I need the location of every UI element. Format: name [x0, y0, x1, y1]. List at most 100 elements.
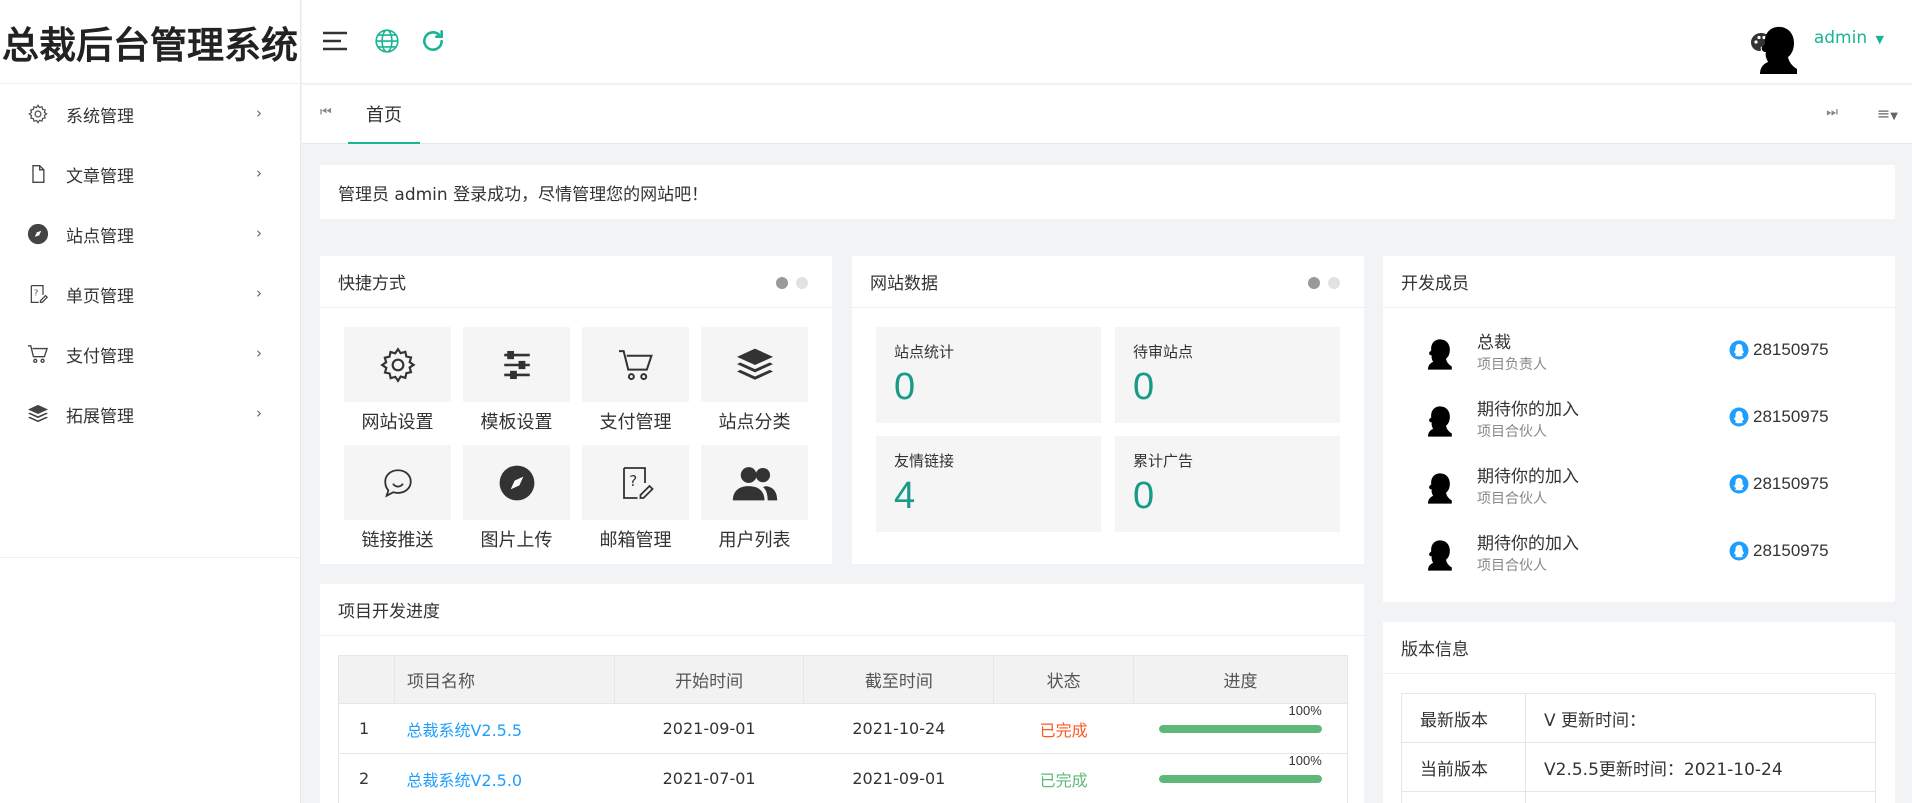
- avatar: [1428, 339, 1452, 370]
- stat-friend-links[interactable]: 友情链接 4: [876, 436, 1101, 532]
- member-role: 项目合伙人: [1477, 424, 1547, 440]
- svg-text:?: ?: [34, 288, 38, 298]
- progress-fill: [1158, 774, 1322, 783]
- member-qq[interactable]: 28150975: [1729, 340, 1829, 360]
- sidebar-item-system[interactable]: 系统管理 ›: [0, 84, 300, 144]
- globe-icon[interactable]: [372, 26, 402, 56]
- stat-total-ads[interactable]: 累计广告 0: [1115, 436, 1340, 532]
- progress-cell: 100%: [1133, 753, 1348, 803]
- stat-pending-sites[interactable]: 待审站点 0: [1115, 327, 1340, 423]
- tabs-scroll-right-icon[interactable]: ⏭: [1826, 105, 1838, 120]
- row-index: 2: [338, 753, 395, 803]
- quick-item-image-upload[interactable]: 图片上传: [463, 445, 570, 563]
- site-stats-title: 网站数据: [870, 274, 938, 294]
- quick-item-site-settings[interactable]: 网站设置: [344, 327, 451, 445]
- member-name: 期待你的加入: [1477, 534, 1579, 554]
- member-qq[interactable]: 28150975: [1729, 541, 1829, 561]
- quick-item-label: 链接推送: [361, 530, 434, 551]
- project-link[interactable]: 总裁系统V2.5.0: [406, 771, 522, 790]
- member-qq[interactable]: 28150975: [1729, 407, 1829, 427]
- sidebar-item-page[interactable]: ? 单页管理 ›: [0, 264, 300, 324]
- refresh-icon[interactable]: [418, 26, 448, 56]
- tabs-menu-icon[interactable]: ≡▼: [1877, 104, 1898, 123]
- card-header: 项目开发进度: [320, 584, 1364, 636]
- qq-icon: [1729, 474, 1749, 494]
- table-row: 当前版本 V2.5.5更新时间：2021-10-24: [1401, 742, 1876, 792]
- chevron-right-icon: ›: [256, 404, 262, 422]
- carousel-dot[interactable]: [776, 277, 788, 289]
- member-item: 期待你的加入 项目合伙人 28150975: [1383, 385, 1895, 452]
- carousel-dot[interactable]: [1308, 277, 1320, 289]
- member-qq-number: 28150975: [1753, 340, 1829, 359]
- column-header: 进度: [1133, 655, 1348, 704]
- quick-item-box[interactable]: [344, 445, 451, 520]
- stat-value: 0: [1133, 366, 1155, 408]
- version-label: 最新版本: [1401, 693, 1526, 743]
- sidebar-item-article[interactable]: 文章管理 ›: [0, 144, 300, 204]
- help-edit-icon: ?: [622, 466, 654, 499]
- carousel-dot[interactable]: [796, 277, 808, 289]
- quick-item-template-settings[interactable]: 模板设置: [463, 327, 570, 445]
- sidebar-item-extension[interactable]: 拓展管理 ›: [0, 384, 300, 444]
- member-role: 项目合伙人: [1477, 491, 1547, 507]
- quick-item-label: 用户列表: [718, 530, 791, 551]
- member-item: 期待你的加入 项目合伙人 28150975: [1383, 452, 1895, 519]
- quick-item-box[interactable]: [582, 327, 689, 402]
- gear-icon: [26, 102, 50, 126]
- sidebar-item-label: 单页管理: [66, 286, 134, 307]
- sidebar-item-label: 拓展管理: [66, 406, 134, 427]
- quick-item-mail[interactable]: ? 邮箱管理: [582, 445, 689, 563]
- stat-site-count[interactable]: 站点统计 0: [876, 327, 1101, 423]
- member-list: 总裁 项目负责人 28150975 期待你的加入 项目合伙人 28150975 …: [1383, 308, 1895, 586]
- quick-item-box[interactable]: [701, 445, 808, 520]
- quick-item-box[interactable]: [463, 445, 570, 520]
- stat-label: 待审站点: [1133, 343, 1194, 361]
- chevron-right-icon: ›: [256, 224, 262, 242]
- gear-icon: [379, 346, 416, 383]
- avatar[interactable]: [1746, 16, 1802, 74]
- member-qq[interactable]: 28150975: [1729, 474, 1829, 494]
- stat-value: 0: [894, 366, 916, 408]
- admin-user-menu[interactable]: admin ▼: [1814, 28, 1884, 48]
- quick-item-label: 站点分类: [718, 412, 791, 433]
- progress-table: 项目名称 开始时间 截至时间 状态 进度 1 总裁系统V2.5.5 2021-0…: [338, 655, 1348, 803]
- quick-item-box[interactable]: [344, 327, 451, 402]
- menu-toggle-icon[interactable]: [320, 26, 350, 56]
- quick-item-payment[interactable]: 支付管理: [582, 327, 689, 445]
- member-qq-number: 28150975: [1753, 474, 1829, 493]
- caret-down-icon: ▼: [1875, 33, 1884, 46]
- member-qq-number: 28150975: [1753, 407, 1829, 426]
- quick-item-box[interactable]: ?: [582, 445, 689, 520]
- version-value: V 更新时间：: [1525, 693, 1876, 743]
- quick-item-box[interactable]: [701, 327, 808, 402]
- quick-item-label: 支付管理: [599, 412, 672, 433]
- tab-home[interactable]: 首页: [348, 85, 420, 144]
- sidebar-item-label: 站点管理: [66, 226, 134, 247]
- progress-bar: 100%: [1158, 753, 1322, 783]
- project-link[interactable]: 总裁系统V2.5.5: [406, 721, 522, 740]
- status-text: 已完成: [993, 753, 1134, 803]
- quick-item-user-list[interactable]: 用户列表: [701, 445, 808, 563]
- column-header: 截至时间: [803, 655, 995, 704]
- member-qq-number: 28150975: [1753, 541, 1829, 560]
- chevron-right-icon: ›: [256, 344, 262, 362]
- quick-item-label: 图片上传: [480, 530, 553, 551]
- version-info-card: 版本信息 最新版本 V 更新时间： 当前版本 V2.5.5更新时间：2021-1…: [1383, 622, 1895, 803]
- sidebar-item-site[interactable]: 站点管理 ›: [0, 204, 300, 264]
- table-row: 1 总裁系统V2.5.5 2021-09-01 2021-10-24 已完成 1…: [338, 703, 1348, 754]
- sidebar-item-payment[interactable]: 支付管理 ›: [0, 324, 300, 384]
- quick-grid: 网站设置 模板设置 支付管理 站点分类 链接推送 图片上传 ? 邮箱管理 用户列…: [320, 308, 832, 563]
- tabs-scroll-left-icon[interactable]: ⏮: [320, 105, 332, 120]
- quick-item-box[interactable]: [463, 327, 570, 402]
- member-item: 总裁 项目负责人 28150975: [1383, 318, 1895, 385]
- sidebar-item-label: 系统管理: [66, 106, 134, 127]
- quick-item-link-push[interactable]: 链接推送: [344, 445, 451, 563]
- document-icon: [26, 162, 50, 186]
- quick-item-label: 网站设置: [361, 412, 434, 433]
- stats-grid: 站点统计 0 待审站点 0 友情链接 4 累计广告 0: [852, 308, 1364, 532]
- carousel-dot[interactable]: [1328, 277, 1340, 289]
- table-row: 2 总裁系统V2.5.0 2021-07-01 2021-09-01 已完成 1…: [338, 753, 1348, 803]
- quick-item-site-category[interactable]: 站点分类: [701, 327, 808, 445]
- member-name: 期待你的加入: [1477, 400, 1579, 420]
- logo: 总裁后台管理系统: [0, 0, 300, 84]
